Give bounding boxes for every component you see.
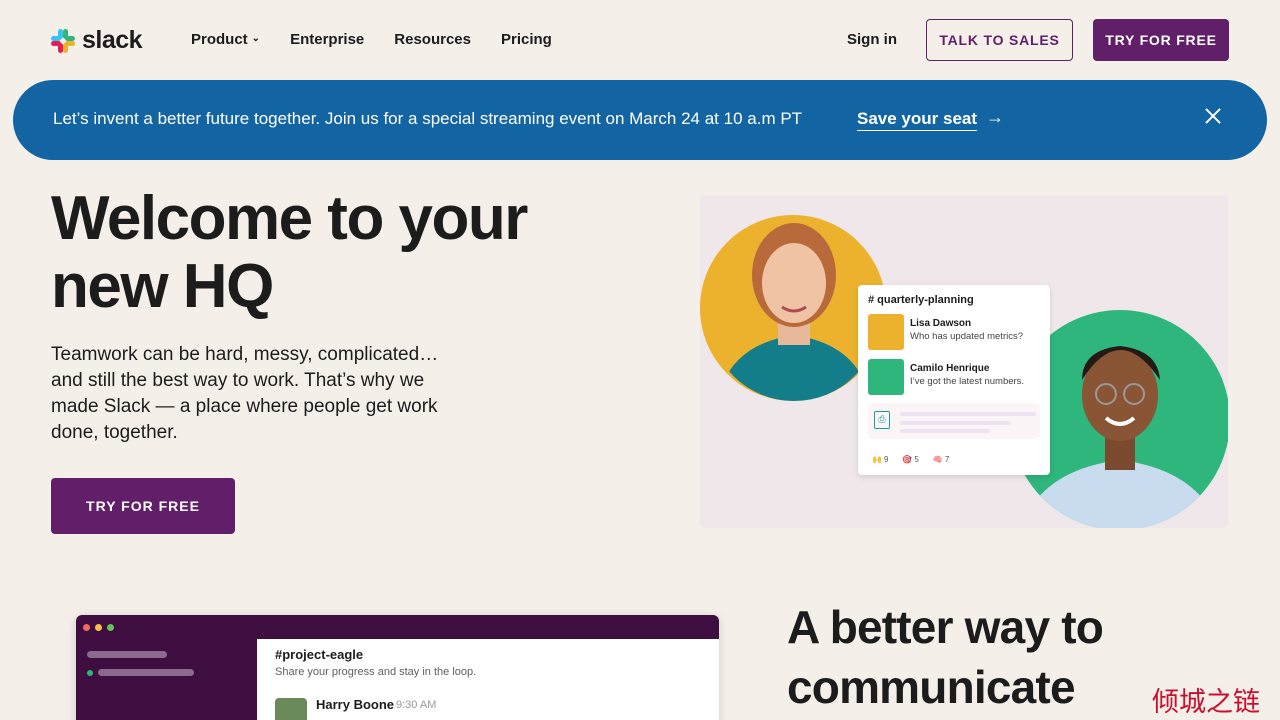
nav-product-label: Product	[191, 31, 248, 48]
message-item: Lisa Dawson Who has updated metrics?	[868, 314, 1023, 350]
try-for-free-nav-button[interactable]: TRY FOR FREE	[1093, 19, 1229, 61]
message-text: I’ve got the latest numbers.	[910, 376, 1025, 387]
top-nav: slack Product ⌄ Enterprise Resources Pri…	[0, 0, 1280, 80]
save-your-seat-link[interactable]: Save your seat	[857, 109, 978, 131]
banner-text: Let’s invent a better future together. J…	[53, 109, 803, 128]
message-text: Who has updated metrics?	[910, 331, 1024, 342]
app-sidebar	[76, 639, 257, 720]
reactions: 🙌 9 🎯 5 🧠 7	[872, 455, 949, 464]
nav-resources[interactable]: Resources	[394, 31, 471, 48]
watermark: 倾城之链	[1152, 687, 1260, 718]
reaction-target[interactable]: 🎯 5	[902, 455, 918, 464]
hero-title: Welcome to your new HQ	[51, 185, 571, 321]
avatar	[275, 698, 307, 720]
logo-wordmark: slack	[82, 26, 143, 54]
talk-to-sales-button[interactable]: TALK TO SALES	[926, 19, 1073, 61]
nav-product[interactable]: Product ⌄	[191, 31, 260, 48]
target-icon: 🎯	[902, 455, 913, 464]
file-icon: ⎙	[874, 411, 890, 429]
hero-title-line1: Welcome to your	[51, 184, 528, 253]
arrow-right-icon: →	[986, 107, 1004, 127]
nav-links: Product ⌄ Enterprise Resources Pricing	[191, 31, 552, 48]
hero-body: Teamwork can be hard, messy, complicated…	[51, 344, 439, 443]
message-author: Lisa Dawson	[910, 318, 972, 329]
reaction-hands[interactable]: 🙌 9	[872, 455, 888, 464]
slack-logo-icon	[50, 28, 76, 54]
sign-in-link[interactable]: Sign in	[847, 31, 897, 48]
slack-logo[interactable]: slack	[50, 26, 143, 55]
avatar	[868, 359, 904, 395]
hero-title-line2: new HQ	[51, 252, 274, 321]
window-minimize-dot	[95, 624, 102, 631]
message-item: Camilo Henrique I’ve got the latest numb…	[868, 359, 1024, 395]
chevron-down-icon: ⌄	[251, 33, 261, 44]
reaction-brain[interactable]: 🧠 7	[933, 455, 949, 464]
message-author: Camilo Henrique	[910, 363, 990, 374]
reaction-count: 9	[883, 455, 889, 464]
app-preview-window: #project-eagle Share your progress and s…	[76, 615, 719, 720]
reaction-count: 7	[944, 455, 950, 464]
window-maximize-dot	[107, 624, 114, 631]
file-attachment: ⎙	[868, 403, 1040, 439]
reaction-count: 5	[914, 455, 919, 464]
nav-pricing[interactable]: Pricing	[501, 31, 552, 48]
message-card: # quarterly-planning Lisa Dawson Who has…	[858, 285, 1050, 475]
app-message-author: Harry Boone	[316, 697, 395, 712]
close-icon[interactable]	[1201, 104, 1225, 128]
app-channel-name: #project-eagle	[275, 647, 364, 662]
raised-hands-icon: 🙌	[872, 455, 882, 464]
woman-photo	[708, 195, 880, 401]
hero-illustration: # quarterly-planning Lisa Dawson Who has…	[700, 195, 1228, 528]
window-close-dot	[83, 624, 90, 631]
section-title: A better way to communicate	[787, 601, 1104, 713]
brain-icon: 🧠	[932, 455, 943, 464]
window-titlebar	[76, 615, 719, 639]
app-message-time: 9:30 AM	[396, 699, 437, 711]
app-channel-description: Share your progress and stay in the loop…	[275, 666, 477, 678]
avatar	[868, 314, 904, 350]
card-channel-name: # quarterly-planning	[868, 294, 974, 306]
nav-enterprise[interactable]: Enterprise	[290, 31, 364, 48]
event-banner: Let’s invent a better future together. J…	[13, 80, 1267, 160]
try-for-free-hero-button[interactable]: TRY FOR FREE	[51, 478, 235, 534]
